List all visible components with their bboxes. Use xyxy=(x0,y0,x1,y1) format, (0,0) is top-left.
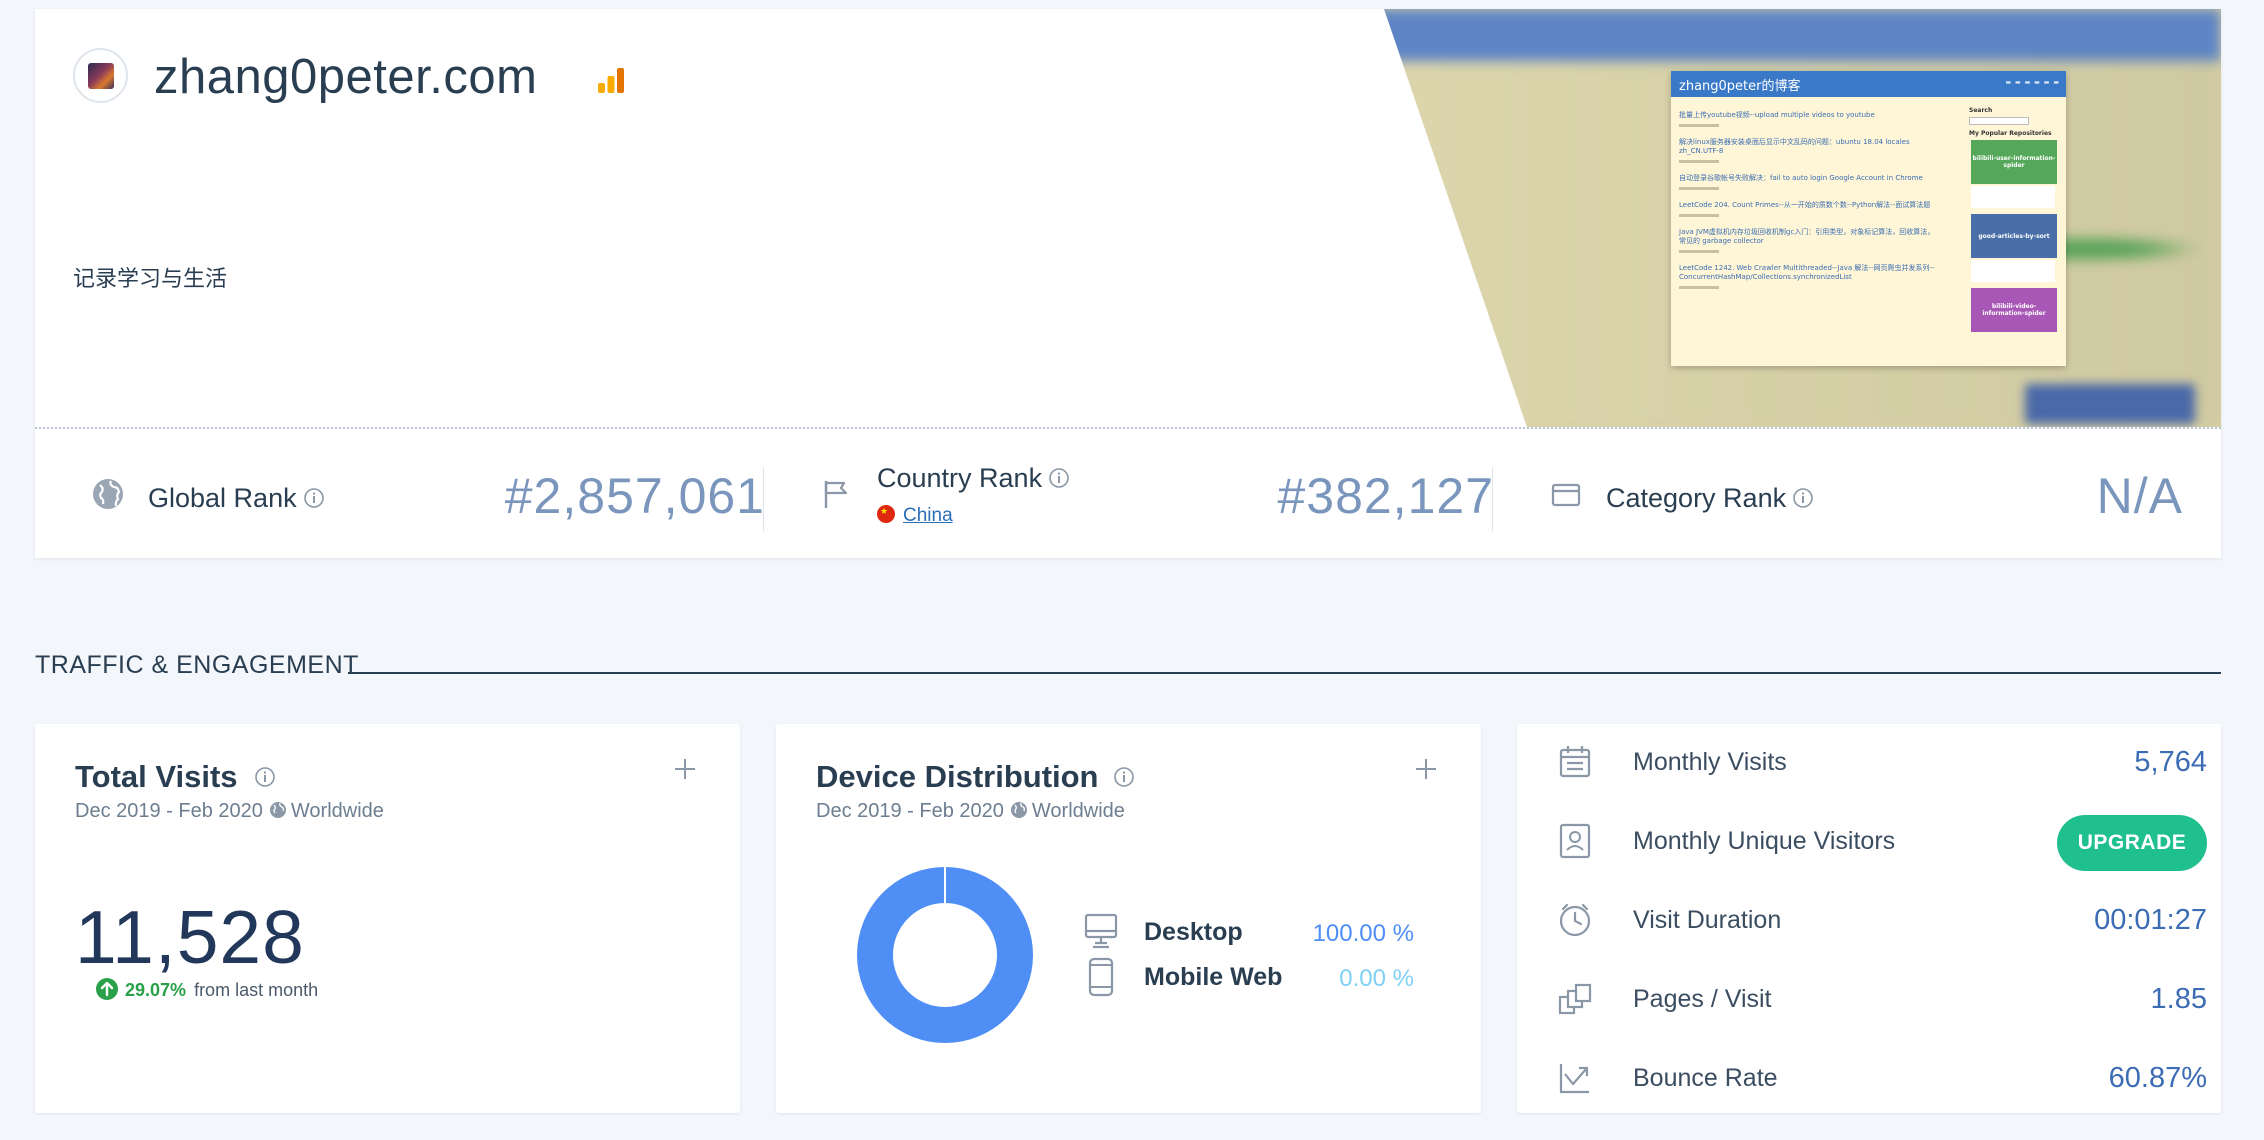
metric-value: 5,764 xyxy=(2134,746,2207,778)
info-icon[interactable] xyxy=(254,766,276,788)
upgrade-button[interactable]: UPGRADE xyxy=(2057,815,2207,871)
screenshot-post: 自动登录谷歌帐号失败解决：fail to auto login Google A… xyxy=(1679,174,1937,190)
favicon-image xyxy=(87,62,114,89)
card-title: Total Visits xyxy=(75,759,276,795)
card-subtitle: Dec 2019 - Feb 2020 Worldwide xyxy=(816,800,1125,822)
site-tagline: 记录学习与生活 xyxy=(73,266,228,291)
device-row-mobile: Mobile Web 0.00 % xyxy=(1084,957,1414,997)
google-analytics-icon xyxy=(598,68,624,93)
device-share: 100.00 % xyxy=(1312,920,1414,947)
bounce-icon xyxy=(1559,1064,1589,1094)
global-rank: Global Rank #2,857,061 xyxy=(35,429,765,558)
metric-value: 1.85 xyxy=(2150,983,2207,1015)
screenshot-post: 批量上传youtube视频--upload multiple videos to… xyxy=(1679,111,1937,127)
metric-label: Visit Duration xyxy=(1633,906,1782,934)
country-rank-label: Country Rank xyxy=(877,463,1070,494)
metric-label: Bounce Rate xyxy=(1633,1064,1778,1092)
device-label: Mobile Web xyxy=(1144,963,1283,991)
site-hero: zhang0peter.com 记录学习与生活 zhang0peter的博客 ▬… xyxy=(35,9,2221,427)
country-rank-value: #382,127 xyxy=(1277,468,1494,524)
metric-monthly-visits: Monthly Visits 5,764 xyxy=(1557,732,2207,792)
metric-label: Monthly Visits xyxy=(1633,748,1787,776)
total-visits-value: 11,528 xyxy=(75,895,305,979)
device-distribution-card: Device Distribution Dec 2019 - Feb 2020 W… xyxy=(776,724,1481,1113)
expand-plus-button[interactable] xyxy=(1411,754,1441,784)
country-link[interactable]: China xyxy=(877,504,953,527)
global-rank-value: #2,857,061 xyxy=(504,468,765,524)
preview-background-bar xyxy=(2025,384,2195,424)
screenshot-search-box xyxy=(1969,117,2029,125)
change-text: from last month xyxy=(194,979,319,1000)
metric-label: Pages / Visit xyxy=(1633,985,1772,1013)
metric-pages-per-visit: Pages / Visit 1.85 xyxy=(1557,969,2207,1029)
section-title: TRAFFIC & ENGAGEMENT xyxy=(35,651,359,679)
expand-plus-button[interactable] xyxy=(670,754,700,784)
calendar-icon xyxy=(1559,746,1591,778)
pages-icon xyxy=(1558,983,1592,1015)
screenshot-post: 解决linux服务器安装桌面后显示中文乱码的问题：ubuntu 18.04 lo… xyxy=(1679,138,1937,163)
country-rank: Country Rank China #382,127 xyxy=(764,429,1494,558)
card-subtitle: Dec 2019 - Feb 2020 Worldwide xyxy=(75,800,384,822)
id-badge-icon xyxy=(1559,823,1591,859)
desktop-icon xyxy=(1084,913,1118,949)
site-favicon xyxy=(73,48,128,103)
device-label: Desktop xyxy=(1144,918,1243,946)
globe-icon xyxy=(269,801,286,818)
info-icon[interactable] xyxy=(1048,467,1070,489)
screenshot-post-list: 批量上传youtube视频--upload multiple videos to… xyxy=(1679,111,1937,300)
global-rank-label: Global Rank xyxy=(148,483,325,514)
change-percent: 29.07% xyxy=(125,979,187,1000)
device-share: 0.00 % xyxy=(1339,965,1414,992)
globe-icon xyxy=(93,479,123,509)
metric-value: 60.87% xyxy=(2108,1062,2207,1094)
engagement-metrics-card: Monthly Visits 5,764 Monthly Unique Visi… xyxy=(1517,724,2221,1113)
screenshot-repo-card: bilibili-user-information-spider xyxy=(1971,140,2057,184)
screenshot-repo-card: bilibili-video-information-spider xyxy=(1971,288,2057,332)
info-icon[interactable] xyxy=(1113,766,1135,788)
flag-icon xyxy=(824,481,848,508)
metric-unique-visitors: Monthly Unique Visitors UPGRADE xyxy=(1557,811,2207,871)
screenshot-sidebar: Search My Popular Repositories bilibili-… xyxy=(1969,107,2061,334)
screenshot-nav: ▬ ▬ ▬ ▬ ▬ ▬ xyxy=(2005,79,2060,86)
metric-value: 00:01:27 xyxy=(2094,904,2207,936)
site-header-card: zhang0peter.com 记录学习与生活 zhang0peter的博客 ▬… xyxy=(35,9,2221,558)
metric-visit-duration: Visit Duration 00:01:27 xyxy=(1557,890,2207,950)
category-rank: Category Rank N/A xyxy=(1493,429,2183,558)
category-folder-icon xyxy=(1551,483,1581,507)
info-icon[interactable] xyxy=(1792,487,1814,509)
metric-bounce-rate: Bounce Rate 60.87% xyxy=(1557,1048,2207,1108)
visits-change: 29.07% from last month xyxy=(95,978,319,1003)
device-row-desktop: Desktop 100.00 % xyxy=(1084,912,1414,952)
category-rank-label: Category Rank xyxy=(1606,483,1814,514)
clock-icon xyxy=(1559,903,1591,937)
site-screenshot: zhang0peter的博客 ▬ ▬ ▬ ▬ ▬ ▬ 批量上传youtube视频… xyxy=(1671,71,2066,366)
section-divider xyxy=(348,672,2221,674)
device-donut-chart xyxy=(857,867,1033,1043)
screenshot-repo-card: good-articles-by-sort xyxy=(1971,214,2057,258)
info-icon[interactable] xyxy=(303,487,325,509)
category-rank-value: N/A xyxy=(2096,468,2183,524)
globe-icon xyxy=(1010,801,1027,818)
metric-label: Monthly Unique Visitors xyxy=(1633,827,1896,855)
china-flag-icon xyxy=(877,504,895,523)
card-title: Device Distribution xyxy=(816,759,1135,795)
screenshot-post: LeetCode 204. Count Primes--从一开始的质数个数--P… xyxy=(1679,201,1937,217)
screenshot-post: Java JVM虚拟机内存垃圾回收机制gc入门：引用类型，对象标记算法，回收算法… xyxy=(1679,228,1937,253)
site-title: zhang0peter.com xyxy=(154,50,538,104)
donut-slice-desktop xyxy=(857,867,1033,1043)
total-visits-card: Total Visits Dec 2019 - Feb 2020 Worldwid… xyxy=(35,724,740,1113)
screenshot-post: LeetCode 1242. Web Crawler Multithreaded… xyxy=(1679,264,1937,289)
mobile-icon xyxy=(1088,957,1114,997)
rank-row: Global Rank #2,857,061 Country Rank Chin… xyxy=(35,429,2221,558)
arrow-up-icon xyxy=(96,978,118,1000)
